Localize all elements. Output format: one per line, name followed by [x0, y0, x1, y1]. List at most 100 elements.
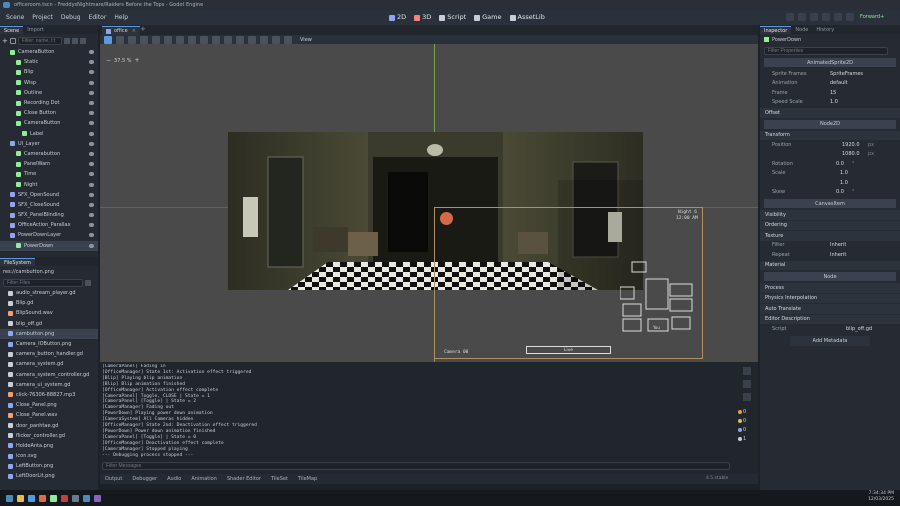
file-item[interactable]: camera_system_controller.gd — [0, 370, 98, 380]
visibility-eye-icon[interactable] — [89, 131, 94, 136]
renderer-select[interactable]: Forward+ — [860, 14, 884, 20]
smart-snap-icon[interactable] — [212, 35, 220, 44]
section-offset[interactable]: Offset — [760, 108, 900, 118]
skeleton-icon[interactable] — [272, 35, 280, 44]
section-texture[interactable]: Texture — [760, 231, 900, 241]
file-item[interactable]: LeftDoorLit.png — [0, 471, 98, 481]
fs-filter-input[interactable] — [3, 278, 83, 287]
zoom-level[interactable]: 37.5 % — [114, 58, 131, 64]
visibility-eye-icon[interactable] — [89, 111, 94, 116]
settings-icon[interactable] — [72, 494, 79, 502]
add-metadata-button[interactable]: Add Metadata — [790, 335, 870, 346]
stop-icon[interactable] — [810, 13, 818, 21]
scene-tab-office[interactable]: office × — [102, 26, 140, 35]
file-item[interactable]: audio_stream_player.gd — [0, 288, 98, 298]
tools-icon[interactable] — [284, 35, 292, 44]
section-process[interactable]: Process — [760, 283, 900, 293]
section-visibility[interactable]: Visibility — [760, 210, 900, 220]
tab-output[interactable]: Output — [100, 474, 127, 484]
file-item[interactable]: icon.svg — [0, 451, 98, 461]
browser-icon[interactable] — [28, 494, 35, 502]
movie-icon[interactable] — [846, 13, 854, 21]
tab-animation[interactable]: Animation — [186, 474, 222, 484]
files-icon[interactable] — [17, 494, 24, 502]
chat-icon[interactable] — [94, 494, 101, 502]
move-tool-icon[interactable] — [116, 35, 124, 44]
scene-tree-item[interactable]: Close Button — [0, 108, 98, 118]
visibility-eye-icon[interactable] — [89, 90, 94, 95]
workspace-game[interactable]: Game — [470, 10, 505, 25]
snap-options-icon[interactable] — [236, 35, 244, 44]
file-item[interactable]: camera_ui_system.gd — [0, 380, 98, 390]
menu-project[interactable]: Project — [28, 10, 57, 25]
section-ordering[interactable]: Ordering — [760, 220, 900, 230]
filter-icon[interactable] — [63, 37, 70, 44]
file-item[interactable]: Close_Panel.wav — [0, 410, 98, 420]
scene-tree-item[interactable]: Static — [0, 57, 98, 67]
editor-msg-badge[interactable]: 0 — [738, 427, 756, 433]
play-icon[interactable] — [786, 13, 794, 21]
snap-icon[interactable] — [200, 35, 208, 44]
app-icon[interactable] — [39, 494, 46, 502]
scene-tree-item[interactable]: PanelWarn — [0, 159, 98, 169]
warning-badge[interactable]: 0 — [738, 418, 756, 424]
section-physics-interpolation[interactable]: Physics Interpolation — [760, 293, 900, 303]
file-item[interactable]: Camera_IOButton.png — [0, 339, 98, 349]
visibility-eye-icon[interactable] — [89, 70, 94, 75]
script-attach-icon[interactable] — [71, 37, 78, 44]
ruler-icon[interactable] — [188, 35, 196, 44]
scene-tree-item[interactable]: Recording Dot — [0, 98, 98, 108]
viewport-2d[interactable]: − 37.5 % + Night 6 12:00 AM Camera 08 Li… — [100, 44, 758, 362]
group-icon[interactable] — [260, 35, 268, 44]
scene-tree-item[interactable]: Camerabutton — [0, 149, 98, 159]
tab-tileset[interactable]: TileSet — [266, 474, 293, 484]
menu-debug[interactable]: Debug — [57, 10, 85, 25]
pivot-icon[interactable] — [164, 35, 172, 44]
error-badge[interactable]: 0 — [738, 409, 756, 415]
file-item[interactable]: camera_button_handler.gd — [0, 349, 98, 359]
new-tab-icon[interactable]: + — [140, 25, 146, 33]
visibility-eye-icon[interactable] — [89, 141, 94, 146]
tab-filesystem[interactable]: FileSystem — [0, 258, 36, 266]
file-item[interactable]: Close_Panel.png — [0, 400, 98, 410]
play-custom-icon[interactable] — [834, 13, 842, 21]
scene-tree-item[interactable]: SFX_PanelBlinding — [0, 210, 98, 220]
add-node-icon[interactable]: + — [2, 37, 8, 45]
scene-tree-item[interactable]: OfficeAction_Parallax — [0, 220, 98, 230]
tab-debugger[interactable]: Debugger — [127, 474, 162, 484]
tab-tilemap[interactable]: TileMap — [293, 474, 322, 484]
property-value[interactable]: 15 — [830, 90, 836, 96]
scene-tree-item[interactable]: CameraButton — [0, 118, 98, 128]
menu-scene[interactable]: Scene — [2, 10, 28, 25]
workspace-script[interactable]: Script — [435, 10, 470, 25]
property-value[interactable]: default — [830, 80, 848, 86]
file-item[interactable]: blip_off.gd — [0, 319, 98, 329]
clear-output-icon[interactable] — [743, 367, 751, 375]
scene-tree-item[interactable]: Night — [0, 179, 98, 189]
scene-tree-item[interactable]: SFX_OpenSound — [0, 190, 98, 200]
file-item[interactable]: Blip.gd — [0, 298, 98, 308]
inspector-filter-input[interactable] — [764, 46, 888, 55]
file-item[interactable]: cambutton.png — [0, 328, 98, 339]
file-item[interactable]: HoldeAnta.png — [0, 441, 98, 451]
select-tool-icon[interactable] — [104, 35, 112, 44]
section-transform[interactable]: Transform — [760, 130, 900, 140]
visibility-eye-icon[interactable] — [89, 202, 94, 207]
visibility-eye-icon[interactable] — [89, 80, 94, 85]
scene-tree-item[interactable]: Wisp — [0, 78, 98, 88]
visibility-eye-icon[interactable] — [89, 50, 94, 55]
zoom-in-icon[interactable]: + — [135, 57, 140, 64]
scene-tree-item[interactable]: Blip — [0, 67, 98, 77]
message-badge[interactable]: 1 — [738, 436, 756, 442]
visibility-eye-icon[interactable] — [89, 182, 94, 187]
workspace-3d[interactable]: 3D — [410, 10, 435, 25]
play-scene-icon[interactable] — [822, 13, 830, 21]
file-item[interactable]: flicker_controller.gd — [0, 431, 98, 441]
property-value[interactable]: 1.0 — [830, 99, 838, 105]
clock[interactable]: 7:34:34 PM 12/03/2025 — [868, 491, 894, 503]
tab-node[interactable]: Node — [791, 26, 812, 34]
section-material[interactable]: Material — [760, 260, 900, 270]
scene-tree-item[interactable]: CameraButton — [0, 47, 98, 57]
inspected-node-name[interactable]: PowerDown — [772, 37, 801, 43]
visibility-eye-icon[interactable] — [89, 233, 94, 238]
